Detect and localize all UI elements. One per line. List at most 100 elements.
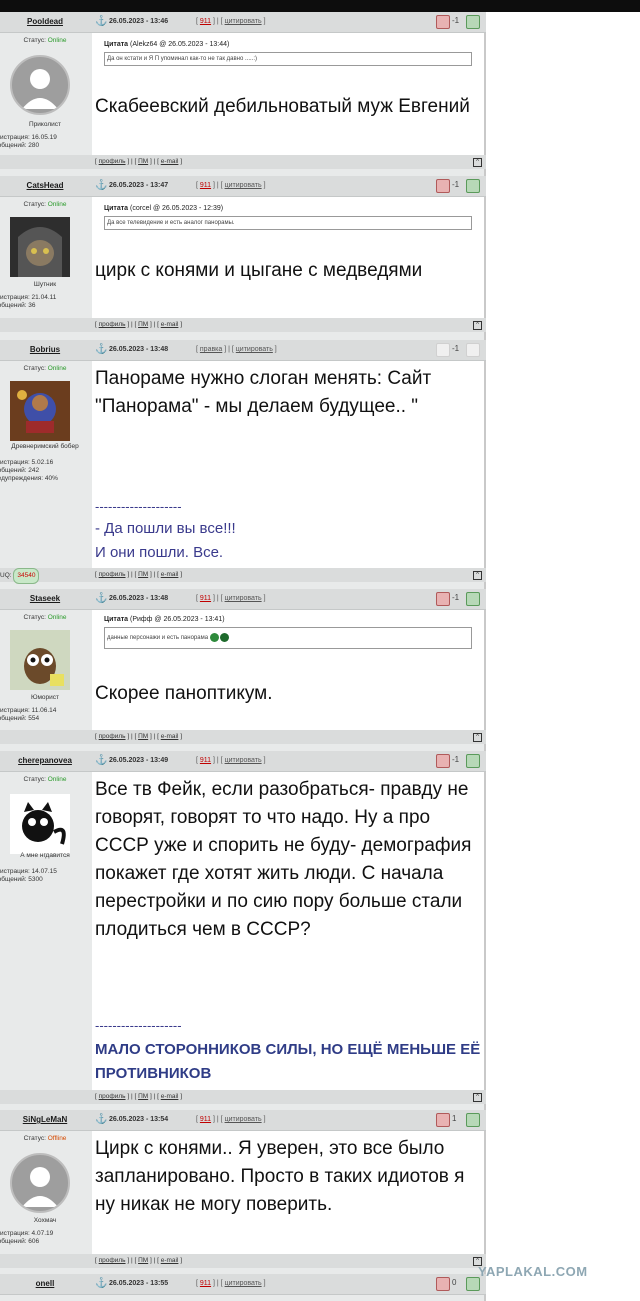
scroll-top-icon[interactable]: ^ bbox=[473, 321, 482, 330]
post: Pooldead ⚓ 26.05.2023 - 13:46 [ 911 ] | … bbox=[0, 12, 486, 172]
rate-down-icon[interactable] bbox=[436, 592, 450, 606]
user-title: А мне нгдавится bbox=[20, 852, 70, 859]
post-links: [ 911 ] | [ цитировать ] bbox=[196, 1116, 266, 1123]
pm-link[interactable]: ПМ bbox=[138, 1093, 148, 1100]
anchor-icon[interactable]: ⚓ bbox=[95, 180, 107, 191]
user-status: Статус: Online bbox=[23, 776, 67, 783]
username-link[interactable]: SiNgLeMaN bbox=[0, 1110, 90, 1130]
report-link[interactable]: 911 bbox=[200, 182, 211, 189]
quote-link[interactable]: цитировать bbox=[225, 595, 262, 602]
avatar bbox=[10, 55, 70, 115]
rate-up-icon[interactable] bbox=[466, 343, 480, 357]
rate-down-icon[interactable] bbox=[436, 1277, 450, 1291]
profile-link[interactable]: профиль bbox=[99, 1257, 126, 1264]
signature-line: -------------------- bbox=[95, 499, 182, 514]
profile-link[interactable]: профиль bbox=[99, 733, 126, 740]
pm-link[interactable]: ПМ bbox=[138, 321, 148, 328]
post-links: [ 911 ] | [ цитировать ] bbox=[196, 1280, 266, 1287]
username-link[interactable]: onell bbox=[0, 1274, 90, 1294]
scroll-top-icon[interactable]: ^ bbox=[473, 733, 482, 742]
post-date: 26.05.2023 - 13:48 bbox=[109, 346, 169, 353]
rate-down-icon[interactable] bbox=[436, 15, 450, 29]
quote-link[interactable]: цитировать bbox=[225, 182, 262, 189]
avatar bbox=[10, 217, 70, 277]
post-links: [ 911 ] | [ цитировать ] bbox=[196, 757, 266, 764]
pm-link[interactable]: ПМ bbox=[138, 571, 148, 578]
post-footer: [ профиль ] | [ ПМ ] | [ e-mail ] ^ bbox=[0, 155, 486, 169]
post-links: [ 911 ] | [ цитировать ] bbox=[196, 182, 266, 189]
email-link[interactable]: e-mail bbox=[161, 733, 179, 740]
post-date: 26.05.2023 - 13:49 bbox=[109, 757, 169, 764]
scroll-top-icon[interactable]: ^ bbox=[473, 158, 482, 167]
rate-up-icon[interactable] bbox=[466, 592, 480, 606]
email-link[interactable]: e-mail bbox=[161, 321, 179, 328]
scroll-top-icon[interactable]: ^ bbox=[473, 571, 482, 580]
rating-score: -1 bbox=[452, 16, 460, 25]
smiley-icon bbox=[209, 632, 219, 642]
rate-up-icon[interactable] bbox=[466, 1113, 480, 1127]
email-link[interactable]: e-mail bbox=[161, 158, 179, 165]
post-message: Скабеевский дебильноватый муж Евгений bbox=[95, 96, 470, 117]
email-link[interactable]: e-mail bbox=[161, 571, 179, 578]
rate-up-icon[interactable] bbox=[466, 179, 480, 193]
quote-link[interactable]: цитировать bbox=[225, 18, 262, 25]
edit-link[interactable]: правка bbox=[200, 346, 222, 353]
anchor-icon[interactable]: ⚓ bbox=[95, 593, 107, 604]
profile-link[interactable]: профиль bbox=[99, 158, 126, 165]
rate-down-icon[interactable] bbox=[436, 179, 450, 193]
quote-block: Цитата (Alekz64 @ 26.05.2023 - 13:44) Да … bbox=[104, 41, 472, 66]
post: onell ⚓ 26.05.2023 - 13:55 [ 911 ] | [ ц… bbox=[0, 1274, 486, 1301]
username-link[interactable]: Pooldead bbox=[0, 12, 90, 32]
anchor-icon[interactable]: ⚓ bbox=[95, 344, 107, 355]
scroll-top-icon[interactable]: ^ bbox=[473, 1093, 482, 1102]
pm-link[interactable]: ПМ bbox=[138, 1257, 148, 1264]
user-title: Хохмач bbox=[33, 1217, 57, 1224]
status-bar bbox=[0, 0, 640, 12]
profile-link[interactable]: профиль bbox=[99, 1093, 126, 1100]
smiley-icon bbox=[220, 632, 230, 642]
username-link[interactable]: Bobrius bbox=[0, 340, 90, 360]
report-link[interactable]: 911 bbox=[200, 18, 211, 25]
user-status: Статус: Online bbox=[23, 37, 67, 44]
anchor-icon[interactable]: ⚓ bbox=[95, 1114, 107, 1125]
avatar bbox=[10, 794, 70, 854]
report-link[interactable]: 911 bbox=[200, 757, 211, 764]
rate-down-icon[interactable] bbox=[436, 754, 450, 768]
anchor-icon[interactable]: ⚓ bbox=[95, 16, 107, 27]
user-sidebar: Статус: Online А мне нгдавится егистраци… bbox=[0, 772, 90, 1090]
post-footer: [ профиль ] | [ ПМ ] | [ e-mail ] ^ bbox=[0, 1254, 486, 1268]
post-header: Pooldead ⚓ 26.05.2023 - 13:46 [ 911 ] | … bbox=[0, 12, 486, 33]
report-link[interactable]: 911 bbox=[200, 1116, 211, 1123]
rate-up-icon[interactable] bbox=[466, 1277, 480, 1291]
quote-link[interactable]: цитировать bbox=[225, 1116, 262, 1123]
quote-link[interactable]: цитировать bbox=[225, 757, 262, 764]
user-sidebar: Статус: Online Шутник егистрация: 21.04.… bbox=[0, 197, 90, 319]
post-header: CatsHead ⚓ 26.05.2023 - 13:47 [ 911 ] | … bbox=[0, 176, 486, 197]
pm-link[interactable]: ПМ bbox=[138, 733, 148, 740]
signature-text: МАЛО СТОРОННИКОВ СИЛЫ, НО ЕЩЁ МЕНЬШЕ ЕЁ … bbox=[95, 1041, 481, 1082]
post-content: Цитата (Alekz64 @ 26.05.2023 - 13:44) Да … bbox=[92, 33, 484, 158]
rate-down-icon[interactable] bbox=[436, 1113, 450, 1127]
user-status: Статус: Online bbox=[23, 201, 67, 208]
rate-up-icon[interactable] bbox=[466, 15, 480, 29]
report-link[interactable]: 911 bbox=[200, 595, 211, 602]
anchor-icon[interactable]: ⚓ bbox=[95, 755, 107, 766]
profile-link[interactable]: профиль bbox=[99, 321, 126, 328]
right-pane bbox=[486, 12, 640, 1301]
post-footer: [ профиль ] | [ ПМ ] | [ e-mail ] ^ bbox=[0, 1090, 486, 1104]
username-link[interactable]: cherepanovea bbox=[0, 751, 90, 771]
user-meta: егистрация: 16.05.19ообщений: 280 bbox=[0, 134, 57, 149]
pm-link[interactable]: ПМ bbox=[138, 158, 148, 165]
profile-link[interactable]: профиль bbox=[99, 571, 126, 578]
anchor-icon[interactable]: ⚓ bbox=[95, 1278, 107, 1289]
email-link[interactable]: e-mail bbox=[161, 1093, 179, 1100]
rate-up-icon[interactable] bbox=[466, 754, 480, 768]
email-link[interactable]: e-mail bbox=[161, 1257, 179, 1264]
signature-line: -------------------- bbox=[95, 1018, 182, 1033]
rate-down-icon[interactable] bbox=[436, 343, 450, 357]
username-link[interactable]: CatsHead bbox=[0, 176, 90, 196]
report-link[interactable]: 911 bbox=[200, 1280, 211, 1287]
username-link[interactable]: Staseek bbox=[0, 589, 90, 609]
quote-link[interactable]: цитировать bbox=[225, 1280, 262, 1287]
quote-link[interactable]: цитировать bbox=[236, 346, 273, 353]
